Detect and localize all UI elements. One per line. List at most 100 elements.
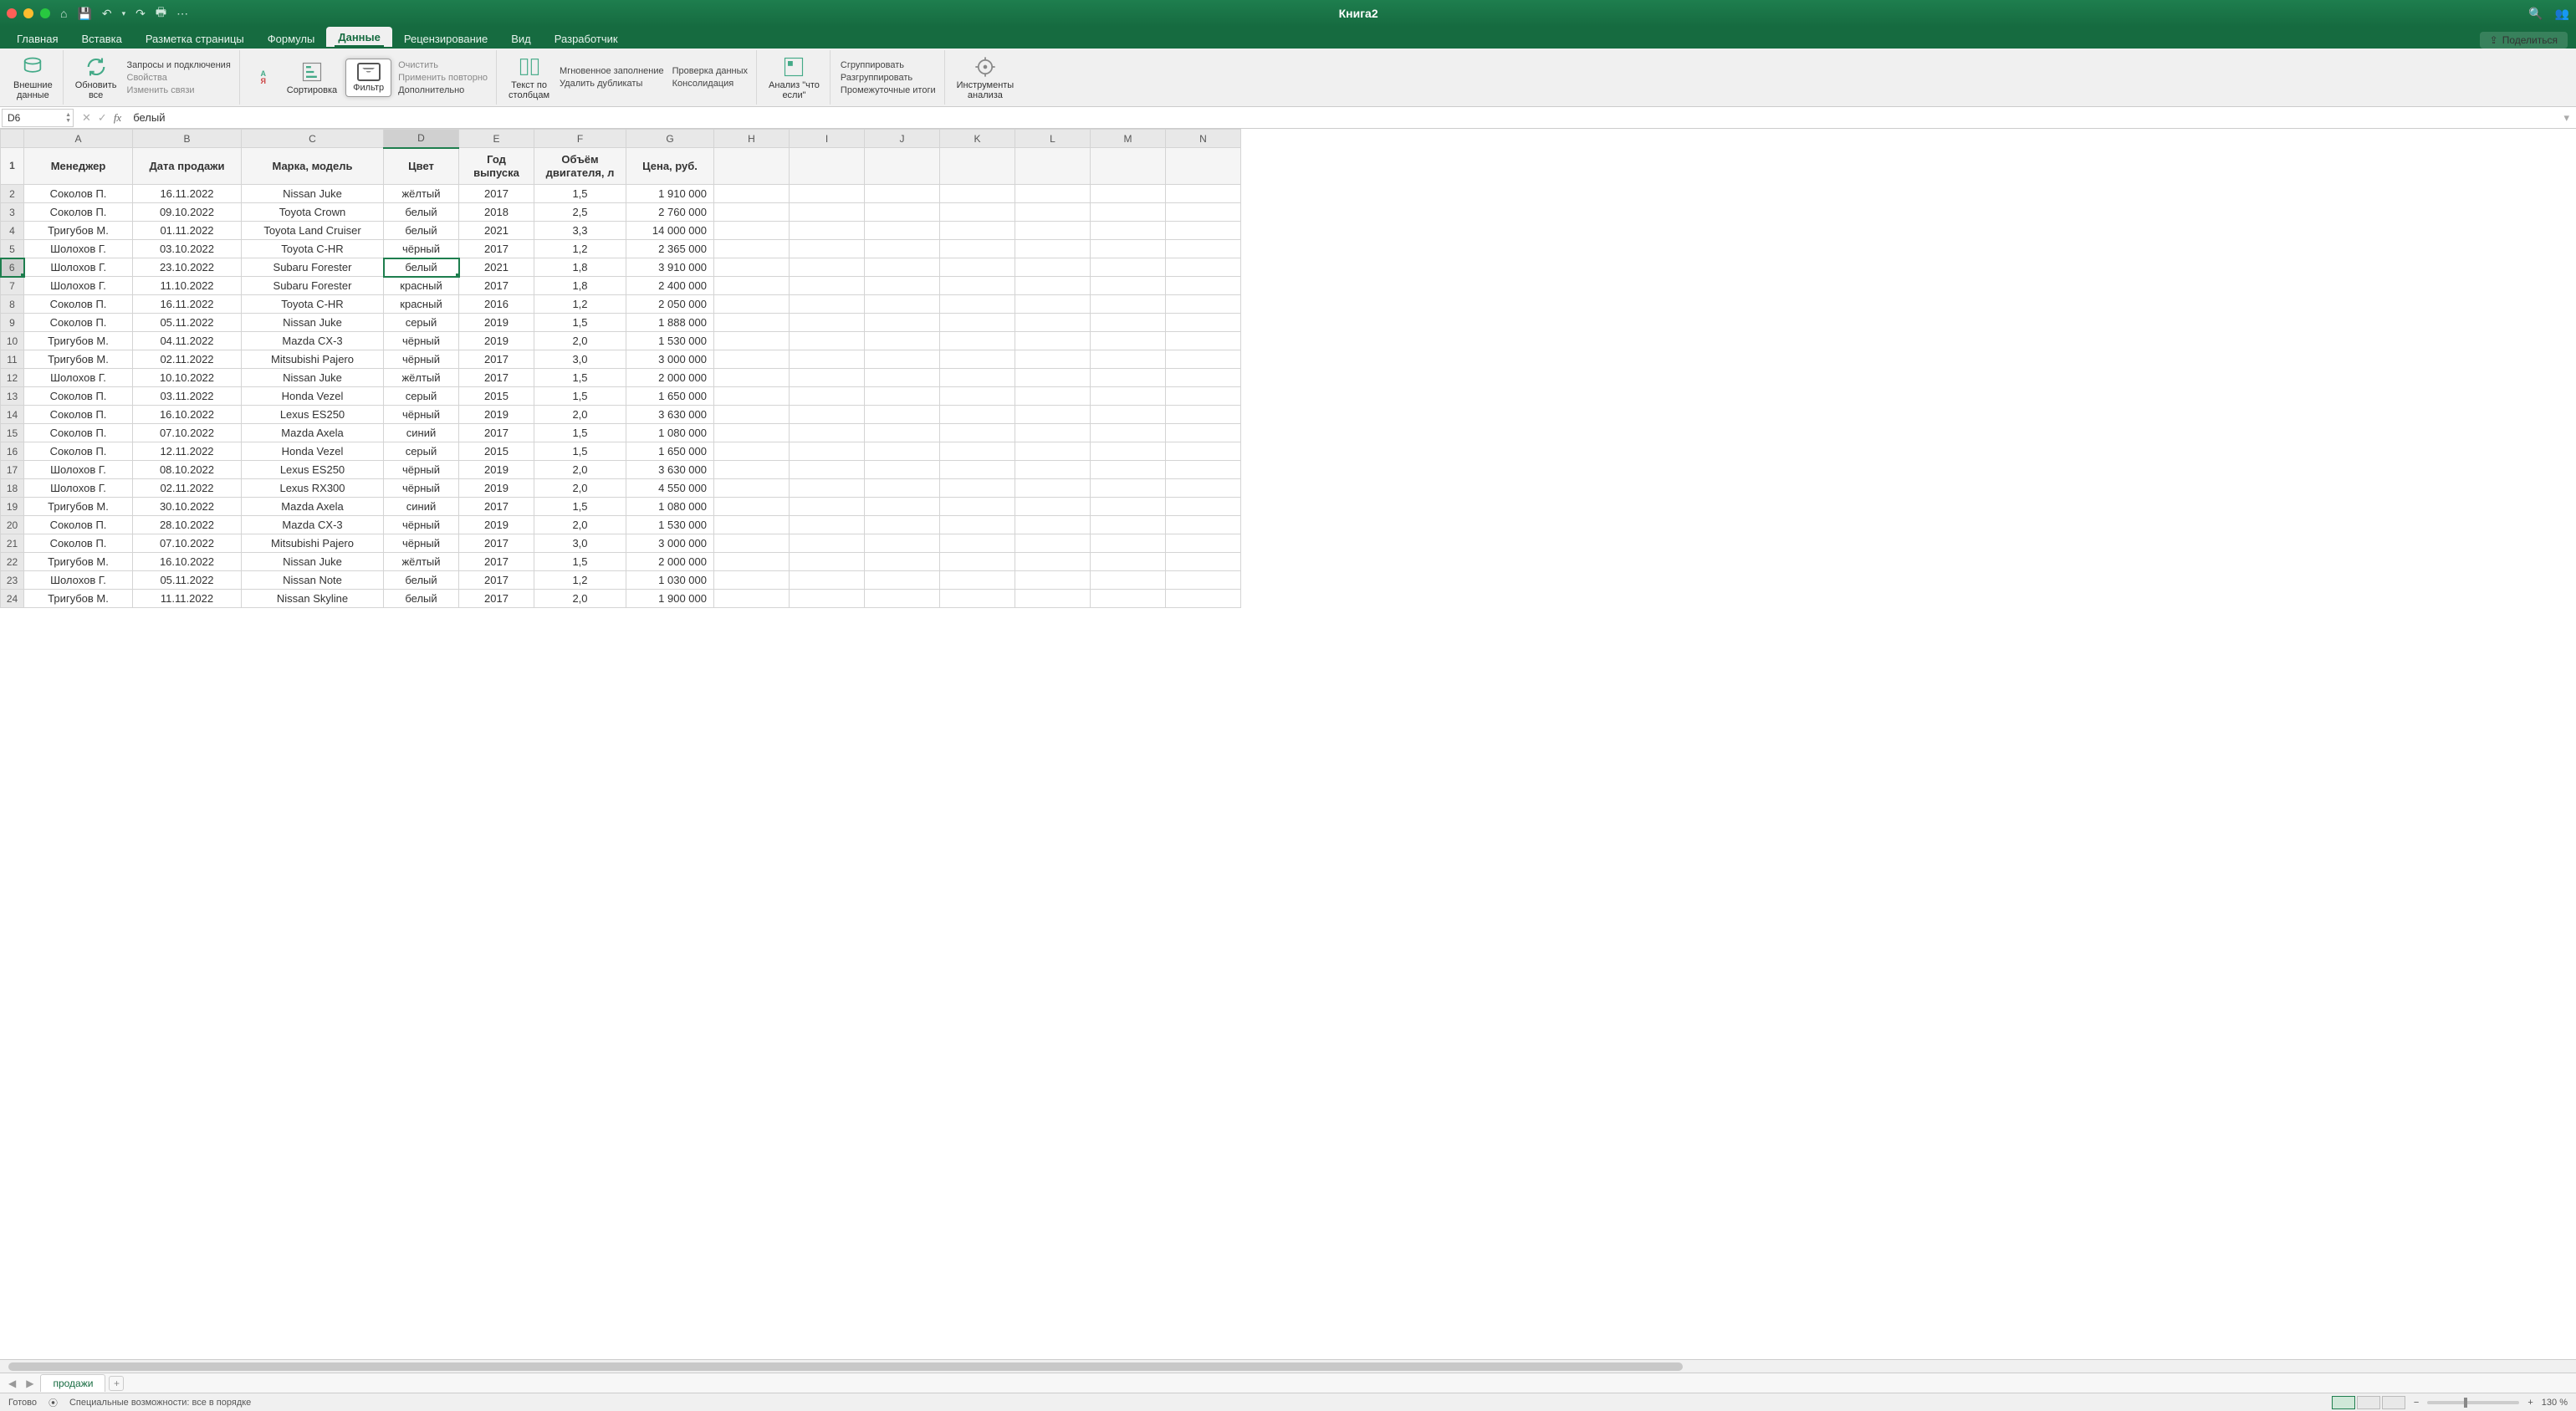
- cancel-icon[interactable]: ✕: [82, 111, 91, 125]
- cell[interactable]: [1091, 277, 1166, 295]
- row-header-21[interactable]: 21: [1, 534, 24, 553]
- cell[interactable]: синий: [384, 498, 459, 516]
- cell[interactable]: белый: [384, 222, 459, 240]
- cell[interactable]: 1 530 000: [626, 332, 714, 350]
- cell[interactable]: 2,0: [534, 479, 626, 498]
- cell[interactable]: [1166, 148, 1241, 185]
- cell[interactable]: 03.10.2022: [133, 240, 242, 258]
- cell[interactable]: 1,5: [534, 314, 626, 332]
- cell[interactable]: 3,0: [534, 534, 626, 553]
- cell[interactable]: белый: [384, 571, 459, 590]
- cell[interactable]: Соколов П.: [24, 406, 133, 424]
- cell[interactable]: Toyota C-HR: [242, 240, 384, 258]
- cell[interactable]: 1 900 000: [626, 590, 714, 608]
- cell[interactable]: жёлтый: [384, 369, 459, 387]
- cell[interactable]: [714, 258, 790, 277]
- cell[interactable]: серый: [384, 387, 459, 406]
- cell[interactable]: [1015, 534, 1091, 553]
- minimize-icon[interactable]: [23, 8, 33, 18]
- spreadsheet-grid[interactable]: ABCDEFGHIJKLMN1МенеджерДата продажиМарка…: [0, 129, 2576, 1359]
- maximize-icon[interactable]: [40, 8, 50, 18]
- cell[interactable]: [1166, 516, 1241, 534]
- cell[interactable]: [714, 479, 790, 498]
- tab-главная[interactable]: Главная: [5, 28, 69, 49]
- row-header-2[interactable]: 2: [1, 185, 24, 203]
- cell[interactable]: [1015, 406, 1091, 424]
- page-layout-view-button[interactable]: [2357, 1396, 2380, 1409]
- cell[interactable]: [790, 222, 865, 240]
- cell[interactable]: серый: [384, 314, 459, 332]
- cell[interactable]: [865, 571, 940, 590]
- cell[interactable]: Шолохов Г.: [24, 240, 133, 258]
- cell[interactable]: 1,5: [534, 424, 626, 442]
- cell[interactable]: 23.10.2022: [133, 258, 242, 277]
- cell[interactable]: [865, 590, 940, 608]
- cell[interactable]: Nissan Juke: [242, 553, 384, 571]
- cell[interactable]: [790, 277, 865, 295]
- cell[interactable]: 2017: [459, 240, 534, 258]
- cell[interactable]: 2015: [459, 387, 534, 406]
- text-to-columns-button[interactable]: Текст по столбцам: [505, 54, 553, 102]
- cell[interactable]: [790, 258, 865, 277]
- page-break-view-button[interactable]: [2382, 1396, 2405, 1409]
- cell[interactable]: 05.11.2022: [133, 571, 242, 590]
- cell[interactable]: [940, 406, 1015, 424]
- cell[interactable]: чёрный: [384, 406, 459, 424]
- cell[interactable]: Mazda Axela: [242, 498, 384, 516]
- cell[interactable]: 2017: [459, 369, 534, 387]
- cell[interactable]: [940, 534, 1015, 553]
- cell[interactable]: [1166, 185, 1241, 203]
- cell[interactable]: 1,5: [534, 498, 626, 516]
- cell[interactable]: [1015, 332, 1091, 350]
- zoom-out-button[interactable]: −: [2414, 1398, 2419, 1408]
- cell[interactable]: 2019: [459, 479, 534, 498]
- cell[interactable]: Тригубов М.: [24, 350, 133, 369]
- row-header-10[interactable]: 10: [1, 332, 24, 350]
- cell[interactable]: [714, 240, 790, 258]
- cell[interactable]: [1166, 332, 1241, 350]
- cell[interactable]: [1091, 498, 1166, 516]
- cell[interactable]: 11.10.2022: [133, 277, 242, 295]
- cell[interactable]: [865, 258, 940, 277]
- namebox-stepper-icon[interactable]: ▲▼: [65, 112, 71, 124]
- cell[interactable]: 28.10.2022: [133, 516, 242, 534]
- row-header-7[interactable]: 7: [1, 277, 24, 295]
- cell[interactable]: Марка, модель: [242, 148, 384, 185]
- cell[interactable]: 2021: [459, 258, 534, 277]
- cell[interactable]: 09.10.2022: [133, 203, 242, 222]
- undo-icon[interactable]: ↶: [102, 7, 112, 21]
- col-header-D[interactable]: D: [384, 130, 459, 148]
- cell[interactable]: [790, 424, 865, 442]
- consolidate-button[interactable]: Консолидация: [671, 78, 749, 89]
- cell[interactable]: 1 080 000: [626, 424, 714, 442]
- cell[interactable]: Год выпуска: [459, 148, 534, 185]
- cell[interactable]: [1091, 203, 1166, 222]
- cell[interactable]: [1091, 571, 1166, 590]
- cell[interactable]: Тригубов М.: [24, 332, 133, 350]
- cell[interactable]: 16.10.2022: [133, 553, 242, 571]
- cell[interactable]: [1091, 148, 1166, 185]
- cell[interactable]: 16.11.2022: [133, 295, 242, 314]
- row-header-5[interactable]: 5: [1, 240, 24, 258]
- cell[interactable]: Lexus ES250: [242, 406, 384, 424]
- cell[interactable]: 05.11.2022: [133, 314, 242, 332]
- cell[interactable]: [865, 185, 940, 203]
- cell[interactable]: 08.10.2022: [133, 461, 242, 479]
- cell[interactable]: [790, 571, 865, 590]
- cell[interactable]: [790, 148, 865, 185]
- cell[interactable]: Шолохов Г.: [24, 258, 133, 277]
- cell[interactable]: [714, 516, 790, 534]
- cell[interactable]: [1166, 424, 1241, 442]
- tab-рецензирование[interactable]: Рецензирование: [392, 28, 499, 49]
- cell[interactable]: Тригубов М.: [24, 222, 133, 240]
- cell[interactable]: 1,5: [534, 387, 626, 406]
- cell[interactable]: [714, 406, 790, 424]
- cell[interactable]: [1166, 203, 1241, 222]
- cell[interactable]: [1015, 314, 1091, 332]
- row-header-8[interactable]: 8: [1, 295, 24, 314]
- col-header-L[interactable]: L: [1015, 130, 1091, 148]
- cell[interactable]: чёрный: [384, 350, 459, 369]
- cell[interactable]: красный: [384, 295, 459, 314]
- cell[interactable]: [865, 332, 940, 350]
- ungroup-button[interactable]: Разгруппировать: [839, 72, 938, 84]
